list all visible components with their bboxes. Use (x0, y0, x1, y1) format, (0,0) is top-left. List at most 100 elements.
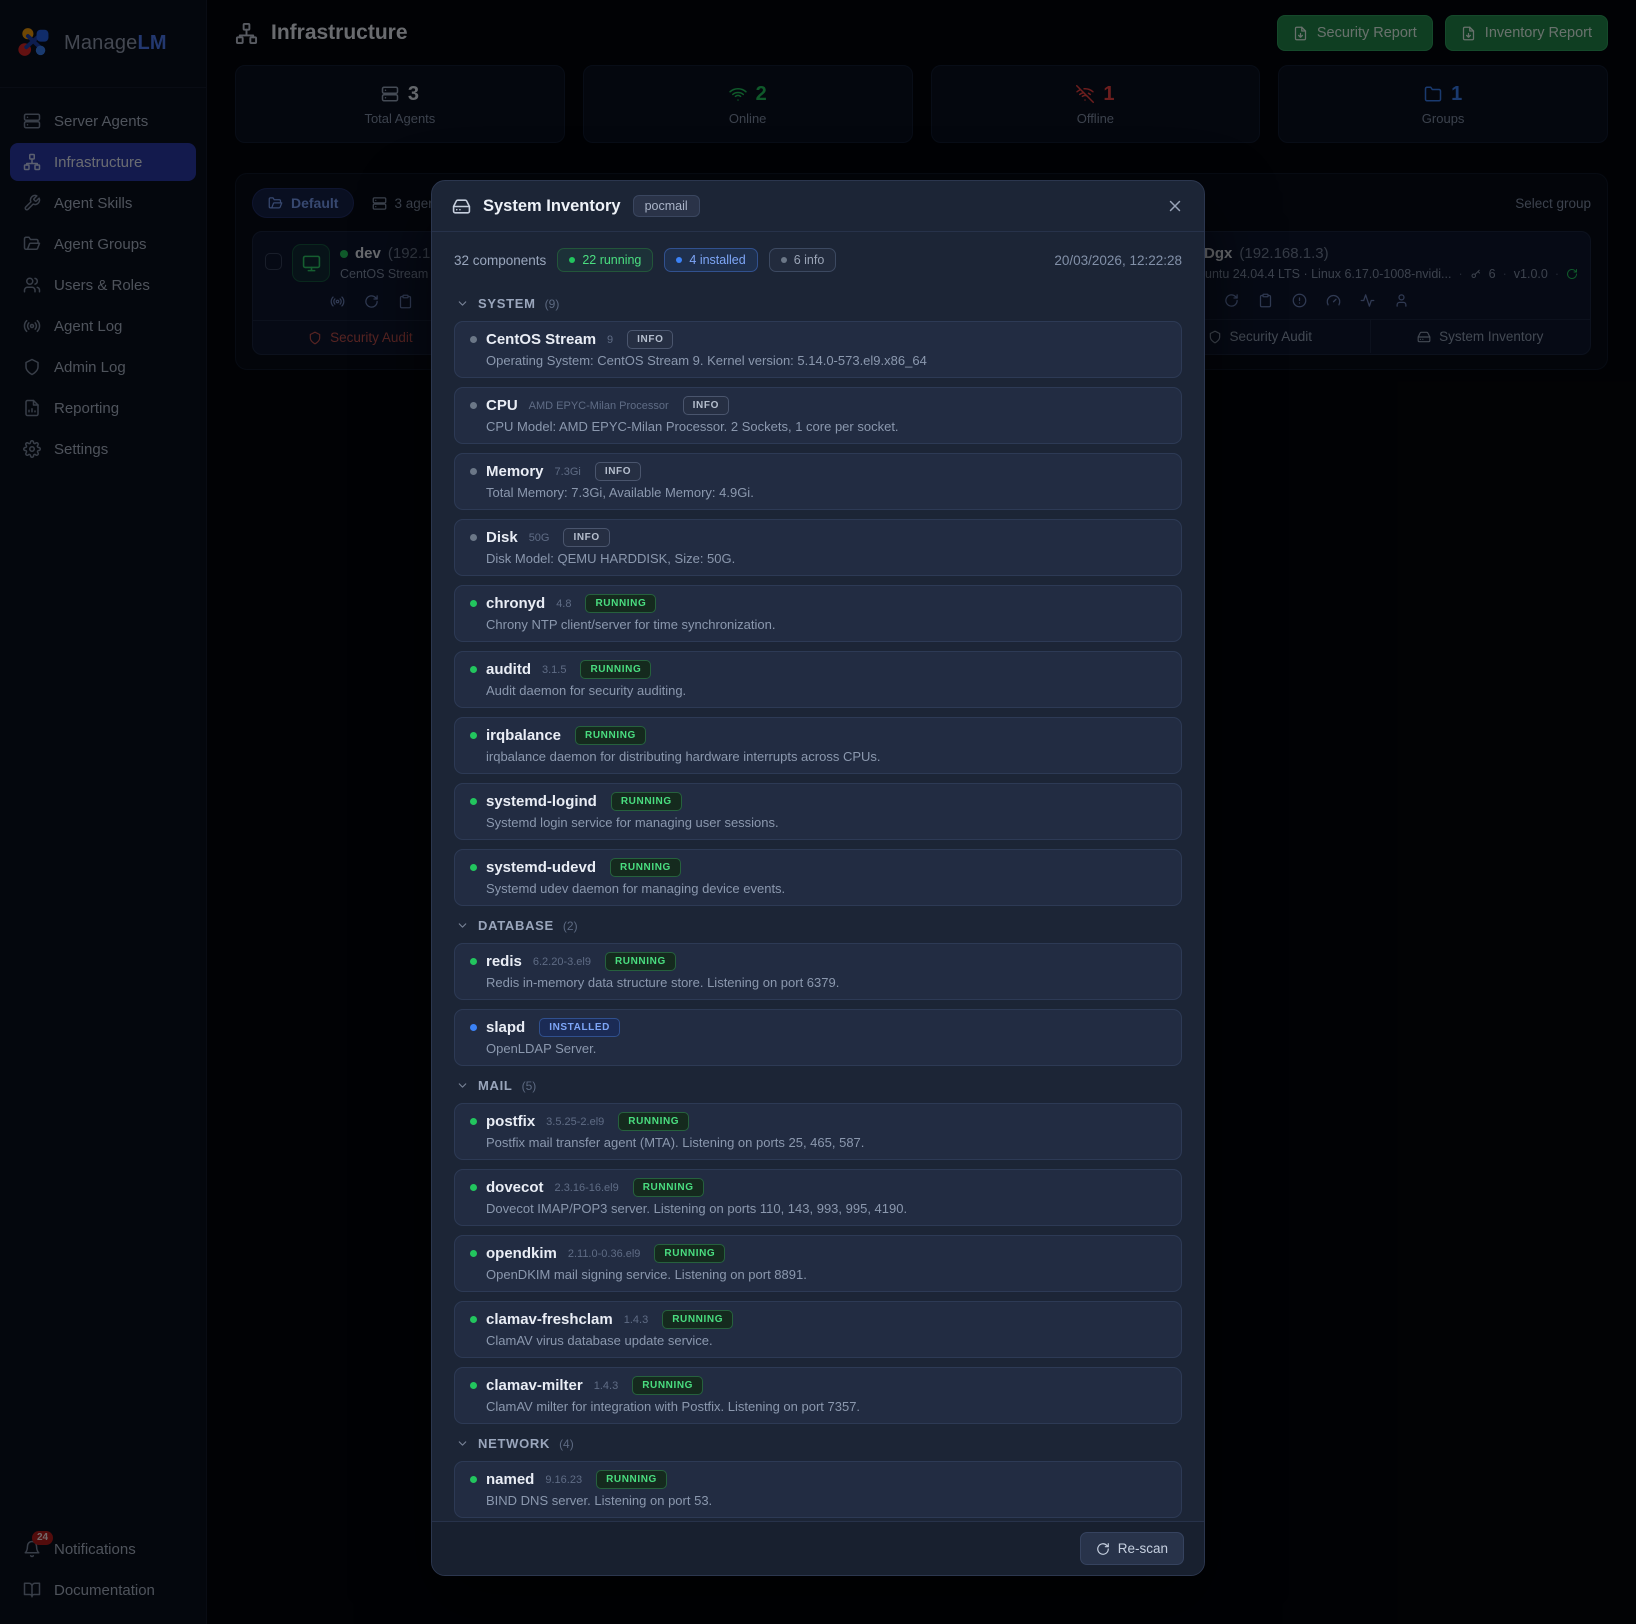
modal-body[interactable]: SYSTEM (9) CentOS Stream 9 INFO Operatin… (432, 282, 1204, 1521)
component-name: systemd-logind (486, 793, 597, 810)
component-section: DATABASE (2) redis 6.2.20-3.el9 RUNNING … (454, 918, 1182, 1066)
component-row[interactable]: redis 6.2.20-3.el9 RUNNING Redis in-memo… (454, 943, 1182, 1000)
status-dot (470, 864, 477, 871)
close-button[interactable] (1166, 197, 1184, 215)
component-description: Total Memory: 7.3Gi, Available Memory: 4… (486, 485, 1166, 500)
status-badge: RUNNING (596, 1470, 667, 1489)
component-row[interactable]: systemd-udevd RUNNING Systemd udev daemo… (454, 849, 1182, 906)
status-badge: INFO (563, 528, 609, 547)
component-row[interactable]: CentOS Stream 9 INFO Operating System: C… (454, 321, 1182, 378)
component-section: MAIL (5) postfix 3.5.25-2.el9 RUNNING Po… (454, 1078, 1182, 1424)
section-header[interactable]: DATABASE (2) (456, 918, 1180, 933)
component-description: Operating System: CentOS Stream 9. Kerne… (486, 353, 1166, 368)
section-title: DATABASE (478, 918, 554, 933)
component-name: Memory (486, 463, 544, 480)
status-badge: RUNNING (633, 1178, 704, 1197)
gray-dot (781, 257, 787, 263)
component-version: AMD EPYC-Milan Processor (529, 400, 669, 412)
component-row[interactable]: CPU AMD EPYC-Milan Processor INFO CPU Mo… (454, 387, 1182, 444)
modal-header: System Inventory pocmail (432, 181, 1204, 232)
component-row[interactable]: named 9.16.23 RUNNING BIND DNS server. L… (454, 1461, 1182, 1518)
component-description: Dovecot IMAP/POP3 server. Listening on p… (486, 1201, 1166, 1216)
status-badge: RUNNING (654, 1244, 725, 1263)
component-row[interactable]: dovecot 2.3.16-16.el9 RUNNING Dovecot IM… (454, 1169, 1182, 1226)
close-icon (1166, 197, 1184, 215)
section-header[interactable]: MAIL (5) (456, 1078, 1180, 1093)
agent-tag: pocmail (633, 195, 700, 217)
component-version: 3.5.25-2.el9 (546, 1116, 604, 1128)
component-description: Audit daemon for security auditing. (486, 683, 1166, 698)
status-badge: RUNNING (605, 952, 676, 971)
status-dot (470, 468, 477, 475)
component-row[interactable]: auditd 3.1.5 RUNNING Audit daemon for se… (454, 651, 1182, 708)
component-description: Redis in-memory data structure store. Li… (486, 975, 1166, 990)
component-name: dovecot (486, 1179, 544, 1196)
component-row[interactable]: clamav-freshclam 1.4.3 RUNNING ClamAV vi… (454, 1301, 1182, 1358)
installed-count-badge: 4 installed (664, 248, 757, 272)
component-version: 9.16.23 (545, 1474, 582, 1486)
status-badge: RUNNING (662, 1310, 733, 1329)
components-count: 32 components (454, 253, 546, 268)
component-name: slapd (486, 1019, 525, 1036)
section-title: SYSTEM (478, 296, 536, 311)
component-row[interactable]: irqbalance RUNNING irqbalance daemon for… (454, 717, 1182, 774)
modal-title: System Inventory (483, 197, 621, 216)
component-row[interactable]: systemd-logind RUNNING Systemd login ser… (454, 783, 1182, 840)
status-dot (470, 1250, 477, 1257)
component-description: Chrony NTP client/server for time synchr… (486, 617, 1166, 632)
status-dot (470, 1316, 477, 1323)
status-badge: INFO (627, 330, 673, 349)
component-name: systemd-udevd (486, 859, 596, 876)
refresh-icon (1096, 1542, 1110, 1556)
status-badge: RUNNING (575, 726, 646, 745)
component-description: irqbalance daemon for distributing hardw… (486, 749, 1166, 764)
component-row[interactable]: slapd INSTALLED OpenLDAP Server. (454, 1009, 1182, 1066)
status-dot (470, 600, 477, 607)
section-header[interactable]: NETWORK (4) (456, 1436, 1180, 1451)
component-name: redis (486, 953, 522, 970)
component-name: irqbalance (486, 727, 561, 744)
component-name: chronyd (486, 595, 545, 612)
component-row[interactable]: Disk 50G INFO Disk Model: QEMU HARDDISK,… (454, 519, 1182, 576)
component-description: Systemd udev daemon for managing device … (486, 881, 1166, 896)
component-name: clamav-freshclam (486, 1311, 613, 1328)
status-dot (470, 958, 477, 965)
component-row[interactable]: clamav-milter 1.4.3 RUNNING ClamAV milte… (454, 1367, 1182, 1424)
component-version: 4.8 (556, 598, 571, 610)
component-description: Postfix mail transfer agent (MTA). Liste… (486, 1135, 1166, 1150)
chevron-down-icon (456, 297, 469, 310)
component-row[interactable]: postfix 3.5.25-2.el9 RUNNING Postfix mai… (454, 1103, 1182, 1160)
status-dot (470, 798, 477, 805)
status-badge: INFO (683, 396, 729, 415)
chevron-down-icon (456, 919, 469, 932)
section-header[interactable]: SYSTEM (9) (456, 296, 1180, 311)
section-count: (9) (545, 297, 560, 311)
status-dot (470, 402, 477, 409)
component-name: postfix (486, 1113, 535, 1130)
section-title: NETWORK (478, 1436, 550, 1451)
status-badge: RUNNING (632, 1376, 703, 1395)
modal-footer: Re-scan (432, 1521, 1204, 1575)
component-version: 9 (607, 334, 613, 346)
component-row[interactable]: Memory 7.3Gi INFO Total Memory: 7.3Gi, A… (454, 453, 1182, 510)
component-description: BIND DNS server. Listening on port 53. (486, 1493, 1166, 1508)
rescan-button[interactable]: Re-scan (1080, 1532, 1184, 1565)
component-name: CPU (486, 397, 518, 414)
component-row[interactable]: opendkim 2.11.0-0.36.el9 RUNNING OpenDKI… (454, 1235, 1182, 1292)
status-dot (470, 1382, 477, 1389)
status-badge: RUNNING (580, 660, 651, 679)
blue-dot (676, 257, 682, 263)
component-description: ClamAV milter for integration with Postf… (486, 1399, 1166, 1414)
status-badge: RUNNING (618, 1112, 689, 1131)
status-badge: RUNNING (585, 594, 656, 613)
component-section: NETWORK (4) named 9.16.23 RUNNING BIND D… (454, 1436, 1182, 1521)
green-dot (569, 257, 575, 263)
component-version: 2.11.0-0.36.el9 (568, 1248, 641, 1260)
status-badge: INSTALLED (539, 1018, 620, 1037)
component-row[interactable]: chronyd 4.8 RUNNING Chrony NTP client/se… (454, 585, 1182, 642)
system-inventory-modal: System Inventory pocmail 32 components 2… (431, 180, 1205, 1576)
component-name: CentOS Stream (486, 331, 596, 348)
component-description: CPU Model: AMD EPYC-Milan Processor. 2 S… (486, 419, 1166, 434)
component-name: clamav-milter (486, 1377, 583, 1394)
component-version: 1.4.3 (594, 1380, 618, 1392)
